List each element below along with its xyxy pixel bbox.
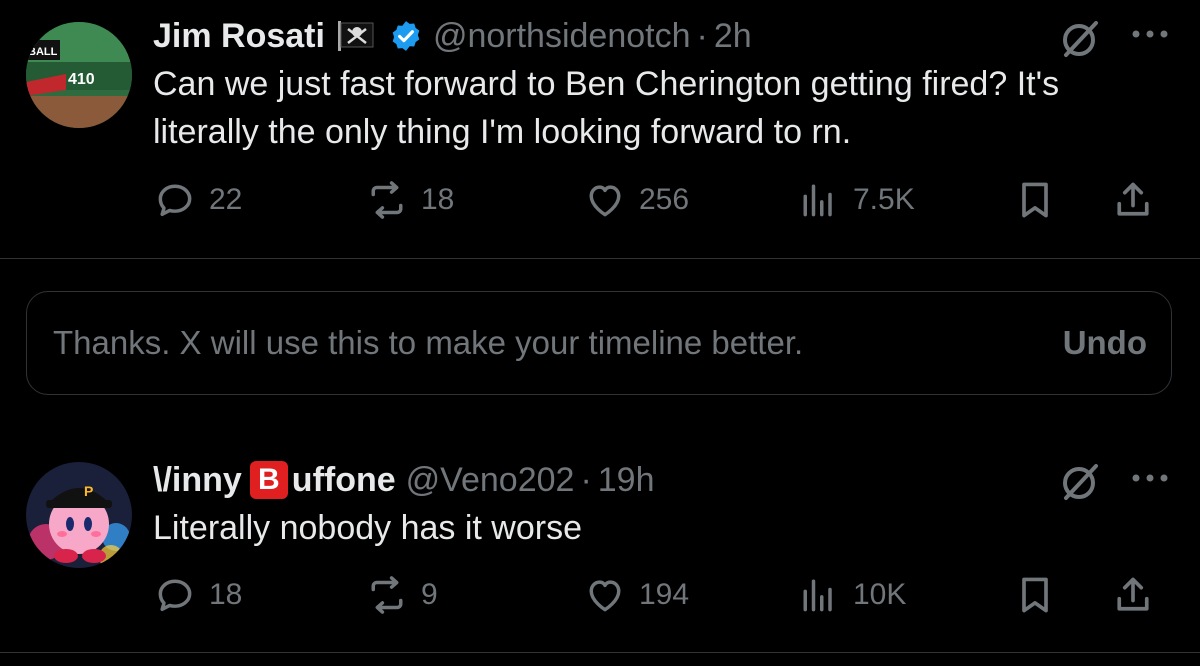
undo-button[interactable]: Undo: [1063, 324, 1147, 362]
display-name-prefix[interactable]: \/inny: [153, 461, 242, 500]
pirate-flag-icon: [337, 21, 375, 51]
like-count: 194: [639, 578, 690, 611]
reply-icon: [158, 579, 192, 612]
heart-icon: [589, 580, 621, 612]
like-count: 256: [639, 183, 690, 216]
view-count: 10K: [853, 578, 907, 611]
share-icon: [1117, 577, 1149, 611]
grok-icon[interactable]: [1058, 17, 1102, 61]
letter-b-emoji-icon: B: [249, 461, 288, 499]
reply-count: 22: [209, 183, 243, 216]
reply-button[interactable]: 22: [153, 175, 242, 225]
repost-count: 9: [421, 578, 438, 611]
tweet[interactable]: BALL 410 Jim Rosati @northsidenotch · 2h…: [0, 0, 1200, 259]
repost-icon: [371, 181, 403, 219]
separator-dot: ·: [580, 460, 592, 499]
views-icon: [803, 579, 832, 612]
separator-dot: ·: [696, 16, 708, 55]
like-button[interactable]: 194: [583, 570, 689, 620]
timestamp[interactable]: 19h: [598, 461, 655, 500]
repost-count: 18: [421, 183, 455, 216]
bookmark-icon: [1022, 182, 1048, 218]
avatar[interactable]: P: [26, 462, 132, 568]
views-icon: [803, 184, 832, 217]
handle[interactable]: @Veno202: [406, 461, 575, 500]
tweet-header: Jim Rosati @northsidenotch · 2h: [153, 14, 752, 58]
share-icon: [1117, 182, 1149, 216]
avatar-cap-letter: P: [84, 483, 93, 499]
grok-icon[interactable]: [1058, 460, 1102, 504]
reply-count: 18: [209, 578, 243, 611]
reply-icon: [158, 184, 192, 217]
handle[interactable]: @northsidenotch: [433, 17, 691, 56]
feedback-message: Thanks. X will use this to make your tim…: [53, 324, 804, 361]
display-name-suffix[interactable]: uffone: [292, 461, 396, 500]
views-button[interactable]: 10K: [797, 570, 906, 620]
views-button[interactable]: 7.5K: [797, 175, 915, 225]
avatar-scoreboard-text: BALL: [28, 46, 58, 58]
more-options-icon[interactable]: [1128, 24, 1172, 44]
tweet-text: Literally nobody has it worse: [153, 509, 583, 547]
more-options-icon[interactable]: [1128, 468, 1172, 488]
tweet-header: \/inny B uffone @Veno202 · 19h: [153, 458, 655, 502]
repost-button[interactable]: 9: [365, 570, 438, 620]
repost-icon: [371, 576, 403, 614]
display-name[interactable]: Jim Rosati: [153, 17, 325, 56]
share-button[interactable]: [1111, 175, 1155, 225]
verified-badge-icon: [389, 19, 423, 53]
share-button[interactable]: [1111, 570, 1155, 620]
bookmark-button[interactable]: [1013, 570, 1057, 620]
bookmark-icon: [1022, 577, 1048, 613]
tweet-text: Can we just fast forward to Ben Cheringt…: [153, 65, 1060, 151]
tweet-actions: 18 9 194 10K: [153, 570, 1173, 620]
avatar[interactable]: BALL 410: [26, 22, 132, 128]
like-button[interactable]: 256: [583, 175, 689, 225]
heart-icon: [589, 185, 621, 217]
tweet-actions: 22 18 256 7.5K: [153, 175, 1173, 225]
feedback-notice: Thanks. X will use this to make your tim…: [26, 291, 1172, 395]
repost-button[interactable]: 18: [365, 175, 454, 225]
avatar-sign-text: 410: [68, 71, 95, 88]
view-count: 7.5K: [853, 183, 915, 216]
reply-button[interactable]: 18: [153, 570, 242, 620]
timestamp[interactable]: 2h: [714, 17, 752, 56]
bookmark-button[interactable]: [1013, 175, 1057, 225]
